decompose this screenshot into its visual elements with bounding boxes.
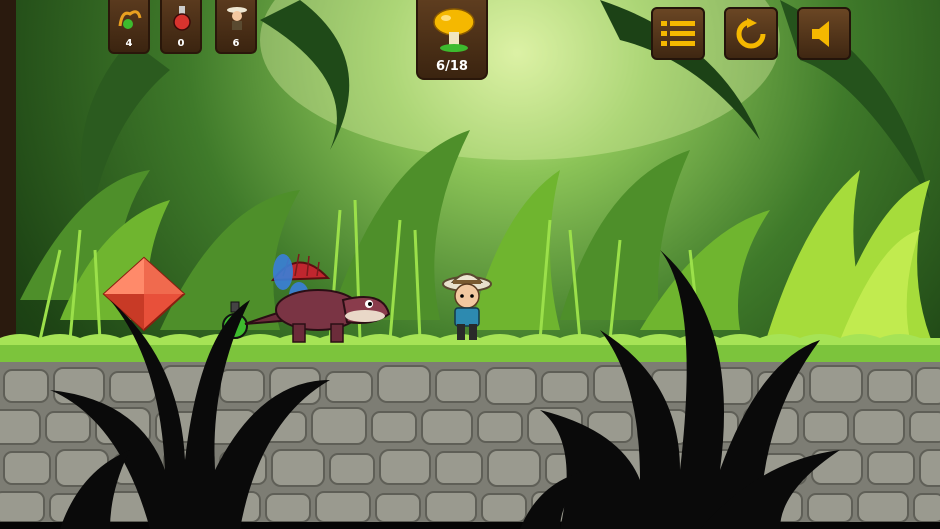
menu-button[interactable] [651,7,705,60]
inventory-slot-potion[interactable]: 0 [160,0,202,54]
speaker-icon [812,20,829,47]
mushroom-progress-text: 6/18 [436,59,468,74]
inventory-slot-explorer[interactable]: 6 [215,0,257,54]
explorer-icon [227,7,247,30]
potion-count: 0 [177,38,185,49]
list-icon [661,20,695,46]
potion-icon [173,6,191,31]
game-scene[interactable]: 4 0 6 6/18 [0,0,940,529]
mushroom-progress-panel: 6/18 [416,0,488,80]
slingshot-count: 4 [125,38,133,49]
restart-icon [736,17,766,48]
slingshot-icon [118,10,142,29]
mushroom-icon [433,8,475,52]
restart-button[interactable] [724,7,778,60]
sound-button[interactable] [797,7,851,60]
explorer-count: 6 [232,38,240,49]
inventory-slot-slingshot[interactable]: 4 [108,0,150,54]
